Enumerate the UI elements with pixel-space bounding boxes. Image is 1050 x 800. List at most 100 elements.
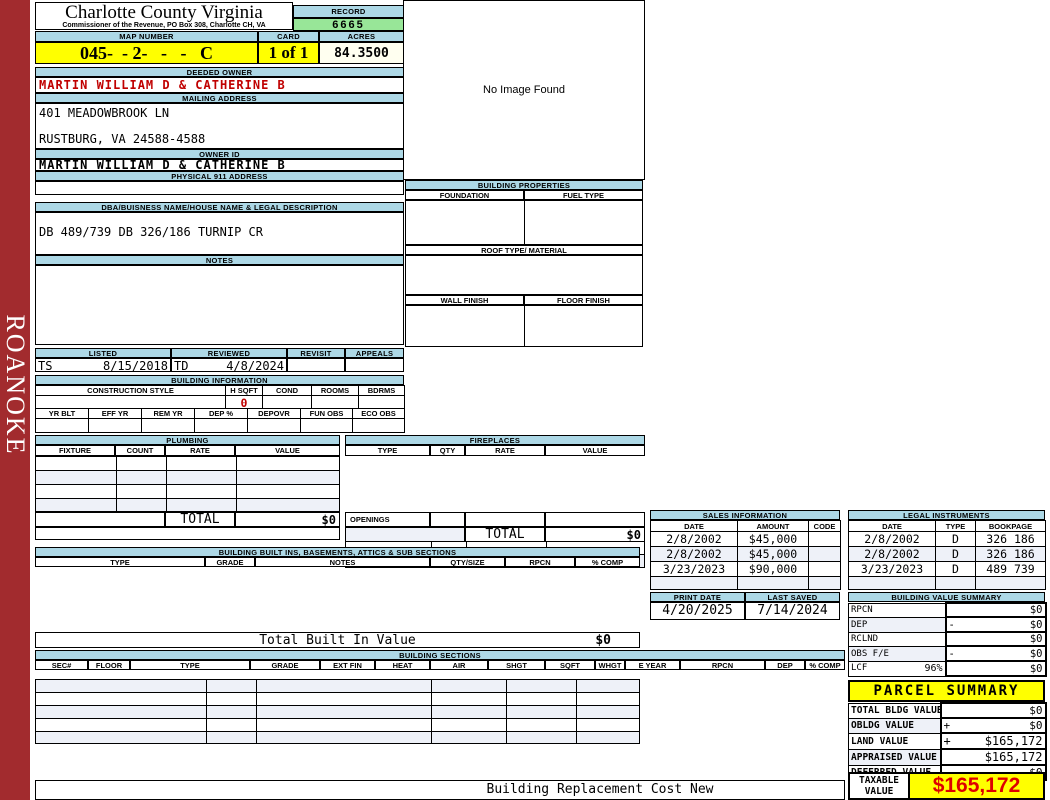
legal-description-value: DB 489/739 DB 326/186 TURNIP CR: [35, 212, 404, 255]
fireplaces-title: FIREPLACES: [345, 435, 645, 445]
plumbing-footer-strip: [35, 527, 340, 540]
building-properties-row3: WALL FINISH FLOOR FINISH: [405, 295, 643, 305]
construction-style-label: CONSTRUCTION STYLE: [36, 386, 226, 396]
legal-bookpage: 326 186: [976, 532, 1046, 547]
bs-extfin-label: EXT FIN: [320, 660, 375, 670]
built-ins-comp-label: % COMP: [575, 557, 640, 567]
fireplaces-openings-rate: [465, 512, 545, 527]
column-divider: [256, 680, 257, 743]
column-divider: [206, 680, 207, 743]
bvs-value: $0: [1030, 633, 1043, 645]
column-divider: [576, 680, 577, 743]
legal-date: 2/8/2002: [849, 547, 936, 562]
bvs-row: OBS F/E -$0: [849, 646, 1046, 661]
sales-row: 2/8/2002 $45,000: [651, 532, 841, 547]
foundation-fuel-area: [405, 200, 643, 245]
bs-air-label: AIR: [430, 660, 488, 670]
taxable-value: $165,172: [910, 772, 1045, 800]
print-date-value: 4/20/2025: [650, 602, 745, 620]
eff-yr-value: [89, 419, 142, 433]
building-sections-title: BUILDING SECTIONS: [35, 650, 845, 660]
image-panel: No Image Found: [403, 0, 645, 180]
plumbing-total-label: TOTAL: [165, 512, 235, 527]
yr-blt-value: [36, 419, 89, 433]
legal-bookpage: [976, 577, 1046, 590]
bs-type-label: TYPE: [130, 660, 250, 670]
sales-table: DATE AMOUNT CODE 2/8/2002 $45,000 2/8/20…: [650, 520, 840, 585]
plumbing-rate-label: RATE: [165, 445, 235, 456]
parcel-op: +: [944, 734, 958, 748]
legal-type: D: [936, 562, 976, 577]
deeded-owner-value: MARTIN WILLIAM D & CATHERINE B: [35, 77, 404, 93]
bvs-value: $0: [1030, 663, 1043, 675]
plumbing-count-label: COUNT: [115, 445, 165, 456]
reviewed-date: 4/8/2024: [226, 359, 284, 371]
column-divider: [166, 457, 167, 511]
built-ins-type-label: TYPE: [35, 557, 205, 567]
bvs-op: -: [949, 648, 963, 660]
parcel-summary-table: TOTAL BLDG VALUE $0 OBLDG VALUE +$0 LAND…: [848, 702, 1045, 772]
legal-instruments-table: DATE TYPE BOOKPAGE 2/8/2002 D 326 186 2/…: [848, 520, 1045, 585]
built-ins-qty-size-label: QTY/SIZE: [430, 557, 505, 567]
built-ins-total-row: Total Built In Value $0: [35, 632, 640, 648]
mailing-address-label: MAILING ADDRESS: [35, 93, 404, 103]
legal-row: 3/23/2023 D 489 739: [849, 562, 1046, 577]
legal-bookpage-label: BOOKPAGE: [976, 521, 1046, 532]
plumbing-title: PLUMBING: [35, 435, 340, 445]
legal-date: 2/8/2002: [849, 532, 936, 547]
legal-date-label: DATE: [849, 521, 936, 532]
taxable-label: TAXABLE VALUE: [848, 772, 910, 800]
legal-bookpage: 326 186: [976, 547, 1046, 562]
record-value: 6665: [293, 18, 404, 31]
built-ins-header-row: TYPE GRADE NOTES QTY/SIZE RPCN % COMP: [35, 557, 640, 567]
built-ins-rpcn-label: RPCN: [505, 557, 575, 567]
plumbing-fixture-label: FIXTURE: [35, 445, 115, 456]
built-ins-total-label: Total Built In Value: [259, 633, 416, 648]
acres-value: 84.3500: [319, 42, 404, 64]
built-ins-total-value: $0: [595, 633, 611, 648]
sales-code: [809, 562, 841, 577]
listed-date: 8/15/2018: [103, 359, 168, 371]
owner-id-value: MARTIN WILLIAM D & CATHERINE B: [35, 159, 404, 171]
built-ins-notes-label: NOTES: [255, 557, 430, 567]
sales-date: 2/8/2002: [651, 547, 738, 562]
bvs-op: -: [949, 619, 963, 631]
bvs-value: $0: [1030, 648, 1043, 660]
parcel-value: $0: [1029, 704, 1042, 717]
legal-type-label: TYPE: [936, 521, 976, 532]
fuel-type-label: FUEL TYPE: [524, 190, 643, 200]
building-info-table-2: YR BLT EFF YR REM YR DEP % DEPOVR FUN OB…: [35, 408, 404, 432]
plumbing-total-spacer: [35, 512, 165, 527]
column-divider: [524, 201, 525, 244]
bvs-label: RCLND: [851, 634, 878, 644]
bs-whgt-label: WHGT: [595, 660, 625, 670]
eco-obs-label: ECO OBS: [353, 409, 405, 419]
listed-cell: TS 8/15/2018: [35, 358, 171, 372]
depovr-value: [248, 419, 301, 433]
building-properties-row1: FOUNDATION FUEL TYPE: [405, 190, 643, 200]
deeded-owner-label: DEEDED OWNER: [35, 67, 404, 77]
reviewed-cell: TD 4/8/2024: [171, 358, 287, 372]
built-ins-grade-label: GRADE: [205, 557, 255, 567]
listed-label: LISTED: [35, 348, 171, 358]
bvs-row: DEP -$0: [849, 617, 1046, 632]
column-divider: [236, 457, 237, 511]
reviewed-by: TD: [174, 359, 188, 371]
last-saved-value: 7/14/2024: [745, 602, 840, 620]
legal-row: 2/8/2002 D 326 186: [849, 532, 1046, 547]
column-divider: [116, 457, 117, 511]
wall-finish-label: WALL FINISH: [405, 295, 524, 305]
sales-row: 2/8/2002 $45,000: [651, 547, 841, 562]
sales-amount: $90,000: [738, 562, 809, 577]
physical-address-label: PHYSICAL 911 ADDRESS: [35, 171, 404, 181]
mailing-address-box: 401 MEADOWBROOK LN RUSTBURG, VA 24588-45…: [35, 103, 404, 149]
dep-pct-label: DEP %: [195, 409, 248, 419]
appeals-label: APPEALS: [345, 348, 404, 358]
legal-type: D: [936, 547, 976, 562]
bs-floor-label: FLOOR: [88, 660, 130, 670]
legal-type: D: [936, 532, 976, 547]
h-sqft-label: H SQFT: [226, 386, 263, 396]
sales-code: [809, 547, 841, 562]
parcel-label: LAND VALUE: [849, 733, 941, 749]
revisit-label: REVISIT: [287, 348, 345, 358]
